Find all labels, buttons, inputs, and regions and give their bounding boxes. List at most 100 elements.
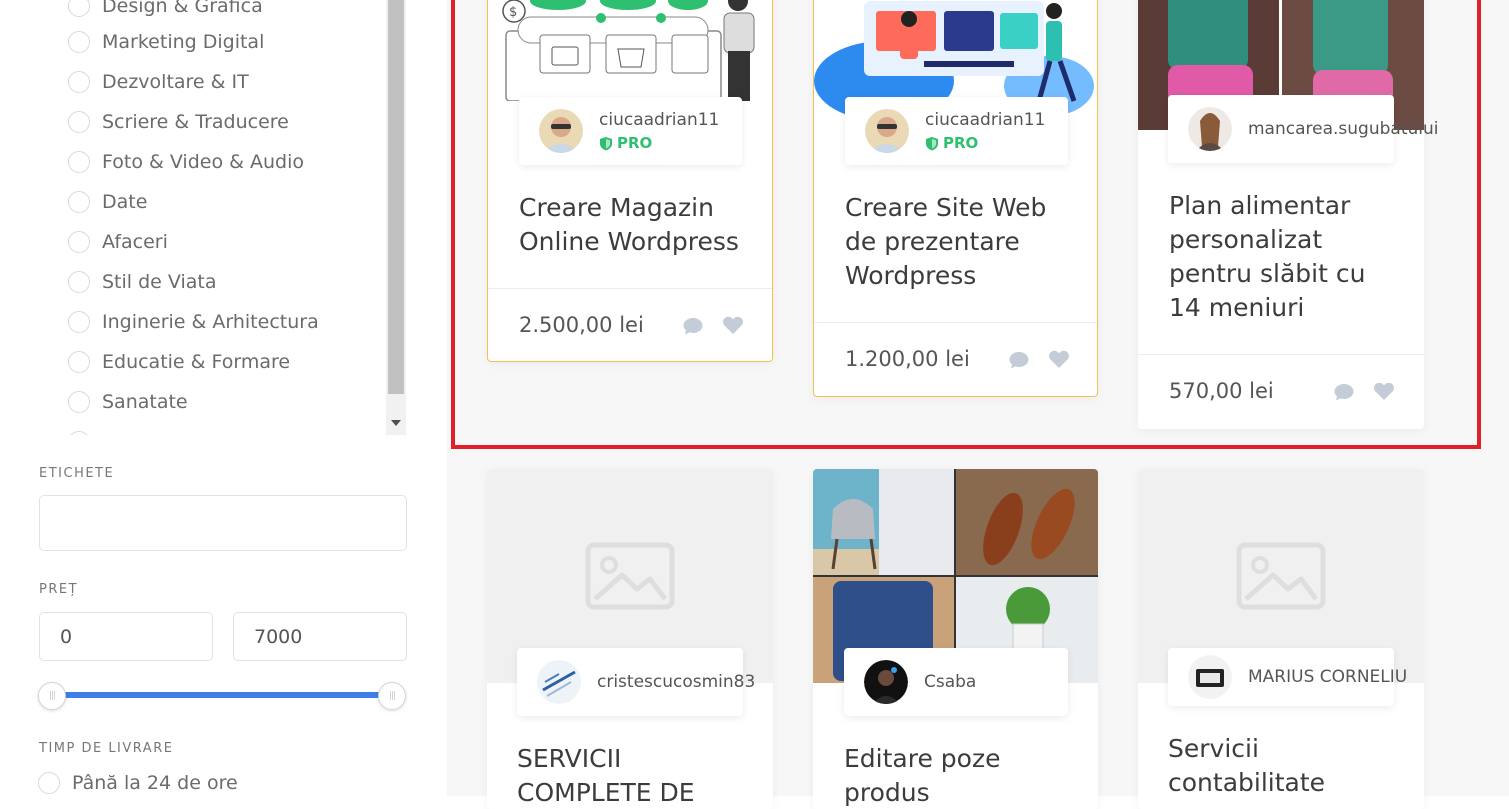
category-label: Educatie & Formare — [102, 351, 291, 373]
avatar — [539, 109, 583, 153]
category-label: Marketing Digital — [102, 31, 265, 53]
author-name: ciucaadrian11 — [925, 110, 1046, 130]
category-label: Dezvoltare & IT — [102, 71, 249, 93]
category-item[interactable]: Stil de Viata — [68, 270, 217, 294]
comment-icon[interactable] — [682, 316, 704, 336]
card-divider — [814, 322, 1097, 323]
pro-badge: PRO — [599, 134, 719, 152]
comment-icon[interactable] — [1008, 350, 1030, 370]
svg-text:$: $ — [509, 5, 517, 20]
card-price: 570,00 lei — [1169, 379, 1274, 403]
price-title: PREȚ — [39, 582, 79, 597]
price-slider-track[interactable] — [52, 692, 392, 698]
category-scrollbar-thumb[interactable] — [388, 0, 404, 394]
card-title[interactable]: Servicii contabilitate — [1168, 732, 1403, 800]
category-radio[interactable] — [68, 151, 90, 173]
service-card[interactable]: $ ciucaadrian11 PRO Creare Magazin Onlin… — [487, 0, 773, 362]
category-label: Stil de Viata — [102, 271, 217, 293]
category-item[interactable]: Scriere & Traducere — [68, 110, 289, 134]
category-label: Foto & Video & Audio — [102, 151, 304, 173]
category-item[interactable]: Sanatate — [68, 390, 188, 414]
card-price: 2.500,00 lei — [519, 313, 644, 337]
author-name: Csaba — [924, 672, 977, 692]
category-radio[interactable] — [68, 311, 90, 333]
comment-icon[interactable] — [1333, 382, 1355, 402]
category-radio[interactable] — [68, 271, 90, 293]
category-item[interactable]: Marketing Digital — [68, 30, 264, 54]
author-name: cristescucosmin83 — [597, 672, 756, 692]
category-item[interactable]: Afaceri — [68, 230, 168, 254]
author-name: mancarea.sugubatului — [1248, 119, 1439, 139]
pro-badge: PRO — [925, 134, 1045, 152]
category-label: Afaceri — [102, 231, 168, 253]
card-title[interactable]: Creare Magazin Online Wordpress — [519, 191, 749, 259]
card-title[interactable]: Creare Site Web de prezentare Wordpress — [845, 191, 1075, 293]
author-box[interactable]: MARIUS CORNELIU — [1168, 648, 1407, 706]
category-label: Scriere & Traducere — [102, 111, 289, 133]
scroll-down-arrow-icon[interactable] — [391, 420, 401, 426]
price-slider-min-handle[interactable]: ||| — [38, 682, 66, 710]
delivery-title: TIMP DE LIVRARE — [39, 741, 174, 756]
card-title[interactable]: SERVICII COMPLETE DE — [517, 742, 752, 809]
author-box[interactable]: mancarea.sugubatului — [1168, 95, 1438, 163]
category-radio[interactable] — [68, 231, 90, 253]
avatar — [864, 660, 908, 704]
category-item[interactable]: Date — [68, 190, 147, 214]
card-title[interactable]: Plan alimentar personalizat pentru slăbi… — [1169, 189, 1404, 325]
filters-sidebar: Design & Grafica Marketing Digital Dezvo… — [0, 0, 447, 796]
service-card[interactable]: cristescucosmin83 SERVICII COMPLETE DE — [487, 469, 773, 809]
price-max-input[interactable] — [233, 612, 407, 661]
service-card[interactable]: mancarea.sugubatului Plan alimentar pers… — [1138, 0, 1438, 429]
category-label: Date — [102, 191, 148, 213]
author-box[interactable]: Csaba — [844, 648, 1068, 716]
delivery-option-label: Până la 24 de ore — [72, 772, 238, 794]
service-card[interactable]: Csaba Editare poze produs — [813, 469, 1098, 809]
category-item[interactable]: Foto & Video & Audio — [68, 150, 304, 174]
category-radio[interactable] — [68, 391, 90, 413]
author-name: ciucaadrian11 — [599, 110, 720, 130]
heart-icon[interactable] — [1048, 349, 1070, 369]
card-divider — [1138, 354, 1424, 355]
tags-title: ETICHETE — [39, 466, 115, 481]
pro-badge-label: PRO — [617, 134, 653, 152]
card-price: 1.200,00 lei — [845, 347, 970, 371]
avatar — [1188, 107, 1232, 151]
category-label: Sanatate — [102, 391, 188, 413]
category-item[interactable] — [68, 430, 102, 435]
service-card[interactable]: MARIUS CORNELIU Servicii contabilitate — [1138, 469, 1424, 809]
category-radio[interactable] — [68, 71, 90, 93]
author-box[interactable]: cristescucosmin83 — [517, 648, 755, 716]
card-title[interactable]: Editare poze produs — [844, 742, 1074, 809]
category-radio[interactable] — [68, 431, 90, 435]
pro-badge-label: PRO — [943, 134, 979, 152]
avatar — [537, 660, 581, 704]
card-divider — [488, 288, 772, 289]
heart-icon[interactable] — [722, 315, 744, 335]
category-list: Design & Grafica Marketing Digital Dezvo… — [0, 0, 406, 435]
online-shop-illustration: $ — [488, 0, 772, 101]
category-label: Inginerie & Arhitectura — [102, 311, 319, 333]
avatar — [1188, 655, 1232, 699]
service-card[interactable]: ciucaadrian11 PRO Creare Site Web de pre… — [813, 0, 1098, 397]
category-item[interactable]: Design & Grafica — [68, 0, 263, 18]
category-label: Design & Grafica — [102, 0, 263, 17]
category-radio[interactable] — [68, 351, 90, 373]
category-item[interactable]: Educatie & Formare — [68, 350, 290, 374]
delivery-radio[interactable] — [38, 772, 60, 794]
category-radio[interactable] — [68, 31, 90, 53]
category-radio[interactable] — [68, 111, 90, 133]
price-min-input[interactable] — [39, 612, 213, 661]
author-name: MARIUS CORNELIU — [1248, 667, 1408, 687]
price-slider-max-handle[interactable]: ||| — [378, 682, 406, 710]
category-item[interactable]: Dezvoltare & IT — [68, 70, 249, 94]
category-radio[interactable] — [68, 191, 90, 213]
heart-icon[interactable] — [1373, 381, 1395, 401]
tags-input[interactable] — [39, 495, 407, 551]
delivery-option[interactable]: Până la 24 de ore — [38, 772, 238, 794]
shield-icon — [600, 136, 612, 150]
category-radio[interactable] — [68, 0, 90, 17]
author-box[interactable]: ciucaadrian11 PRO — [845, 97, 1068, 165]
category-item[interactable]: Inginerie & Arhitectura — [68, 310, 319, 334]
author-box[interactable]: ciucaadrian11 PRO — [519, 97, 742, 165]
shield-icon — [926, 136, 938, 150]
